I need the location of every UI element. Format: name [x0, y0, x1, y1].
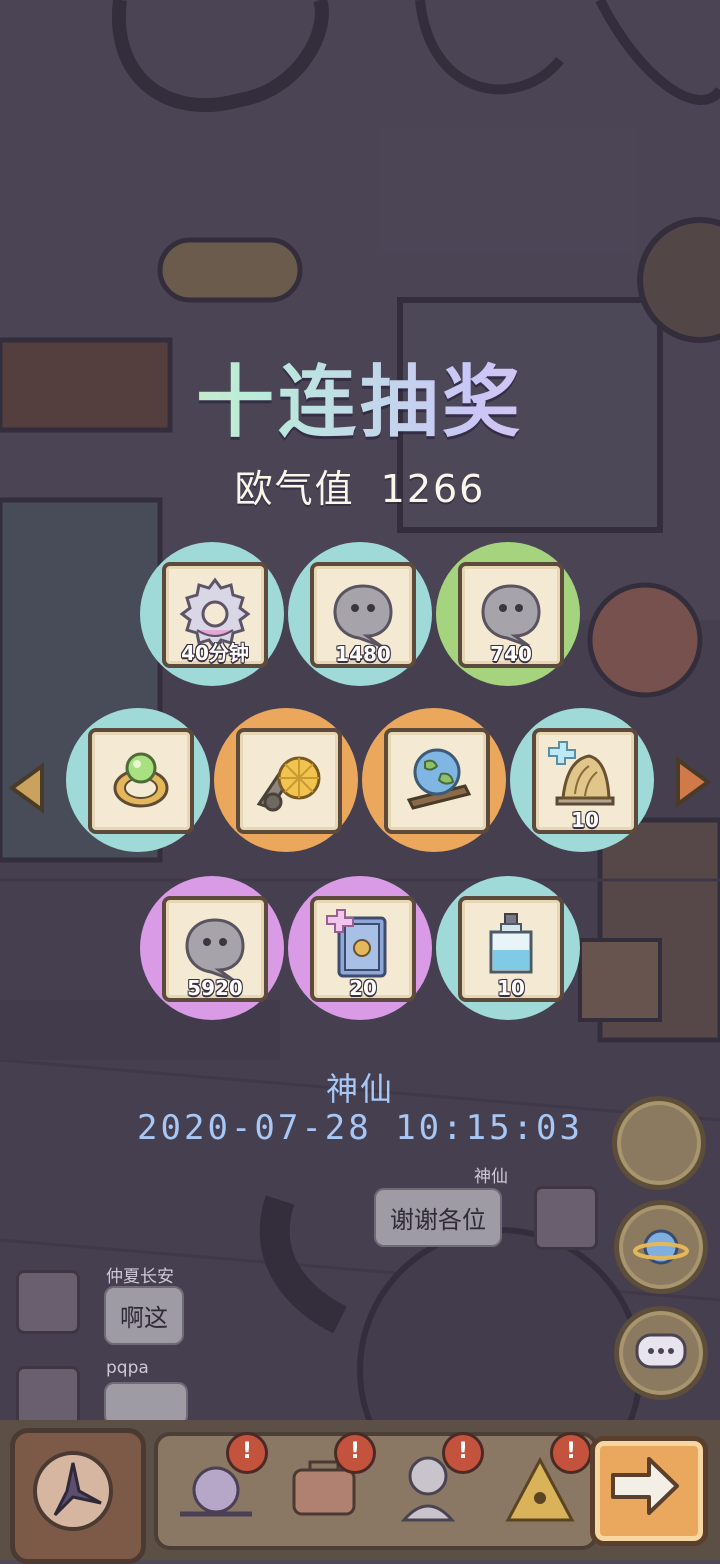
sparkle-icon [326, 909, 354, 933]
gem-ring-icon [113, 752, 169, 808]
lemon-device-icon [256, 756, 321, 812]
draw-title: 十连抽奖 [0, 340, 720, 452]
reward-slot-5[interactable] [214, 708, 358, 852]
reward-card: 740 [458, 562, 564, 668]
reward-card: 20 [310, 896, 416, 1002]
chat-bubble-icon [185, 918, 245, 982]
prev-arrow-icon[interactable] [6, 760, 48, 816]
planet-icon [633, 1229, 689, 1265]
avatar[interactable] [16, 1270, 80, 1334]
chat-bubble: 啊这 [104, 1286, 184, 1345]
alert-badge: ! [334, 1432, 376, 1474]
right-arrow-icon [611, 1457, 679, 1515]
reward-card: 40分钟 [162, 562, 268, 668]
reward-count: 20 [349, 976, 377, 1000]
reward-slot-7[interactable]: 10 [510, 708, 654, 852]
alert-badge: ! [550, 1432, 592, 1474]
chat-name: 神仙 [474, 1167, 508, 1187]
luck-value: 欧气值 1266 [0, 458, 720, 513]
potion-bottle-icon [489, 913, 533, 974]
reward-count: 5920 [187, 976, 243, 1000]
reward-card: 10 [458, 896, 564, 1002]
chat-bubble-icon [333, 584, 393, 648]
globe-icon [406, 748, 472, 810]
reward-slot-6[interactable] [362, 708, 506, 852]
reward-slot-9[interactable]: 20 [288, 876, 432, 1020]
reward-count: 10 [571, 808, 599, 832]
alert-badge: ! [442, 1432, 484, 1474]
reward-count: 740 [490, 642, 532, 666]
winner-name: 神仙 [325, 1070, 394, 1108]
chat-name: pqpa [106, 1358, 149, 1378]
chat-icon [635, 1333, 687, 1369]
reward-slot-1[interactable]: 40分钟 [140, 542, 284, 686]
bag-tool[interactable]: ! [280, 1432, 376, 1532]
chat-bubble-icon [481, 584, 541, 648]
alert-badge: ! [226, 1432, 268, 1474]
avatar[interactable] [534, 1186, 598, 1250]
reward-card [384, 728, 490, 834]
chat-button[interactable] [614, 1306, 708, 1400]
luck-number: 1266 [380, 467, 486, 511]
next-button[interactable] [590, 1436, 708, 1546]
reward-card: 10 [532, 728, 638, 834]
reward-count: 10 [497, 976, 525, 1000]
reward-slot-3[interactable]: 740 [436, 542, 580, 686]
pyramid-tool[interactable]: ! [496, 1432, 592, 1532]
reward-slot-8[interactable]: 5920 [140, 876, 284, 1020]
reward-card: 1480 [310, 562, 416, 668]
reward-slot-2[interactable]: 1480 [288, 542, 432, 686]
next-arrow-icon[interactable] [672, 754, 714, 810]
chat-bubble: 谢谢各位 [374, 1188, 502, 1247]
reward-count: 1480 [335, 642, 391, 666]
special-tool-button[interactable] [10, 1428, 146, 1564]
snail-tool[interactable]: ! [172, 1432, 268, 1532]
reward-card [88, 728, 194, 834]
sparkle-icon [548, 741, 576, 765]
reward-card [236, 728, 342, 834]
reward-count: 40分钟 [181, 641, 249, 665]
reward-card: 5920 [162, 896, 268, 1002]
reward-slot-4[interactable] [66, 708, 210, 852]
planet-button[interactable] [614, 1200, 708, 1294]
spinner-icon [33, 1451, 113, 1531]
chat-name: 仲夏长安 [106, 1267, 174, 1287]
timer-button[interactable] [612, 1096, 706, 1190]
statue-tool[interactable]: ! [388, 1432, 484, 1532]
luck-label: 欧气值 [234, 467, 355, 511]
reward-slot-10[interactable]: 10 [436, 876, 580, 1020]
